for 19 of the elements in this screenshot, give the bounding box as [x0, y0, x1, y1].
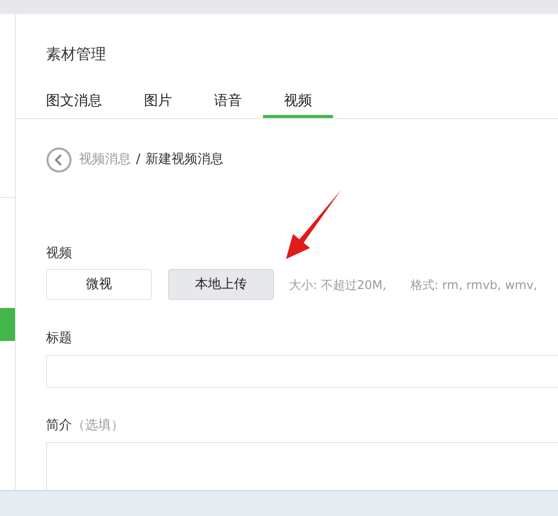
tab[interactable]: 语音 [193, 76, 263, 118]
source-button[interactable]: 本地上传 [168, 269, 274, 300]
summary-textarea[interactable] [46, 442, 558, 490]
source-button[interactable]: 微视 [46, 269, 152, 300]
upload-hint: 大小: 不超过20M, [289, 276, 386, 294]
title-input[interactable] [46, 355, 558, 388]
optional-note: （选填） [72, 418, 124, 433]
field-label: 视频 [46, 246, 72, 261]
back-icon[interactable] [46, 147, 72, 173]
breadcrumb-separator: / [136, 151, 140, 170]
field-label: 简介 [46, 418, 72, 433]
page-title: 素材管理 [46, 45, 106, 63]
upload-hint: 格式: rm, rmvb, wmv, [410, 276, 538, 294]
tab[interactable]: 图片 [123, 76, 193, 118]
field-label: 标题 [46, 331, 72, 346]
sidebar-active-bar [0, 308, 15, 341]
breadcrumb-current: 新建视频消息 [145, 151, 224, 170]
tab[interactable]: 视频 [263, 76, 333, 118]
tab[interactable]: 图文消息 [25, 76, 123, 118]
